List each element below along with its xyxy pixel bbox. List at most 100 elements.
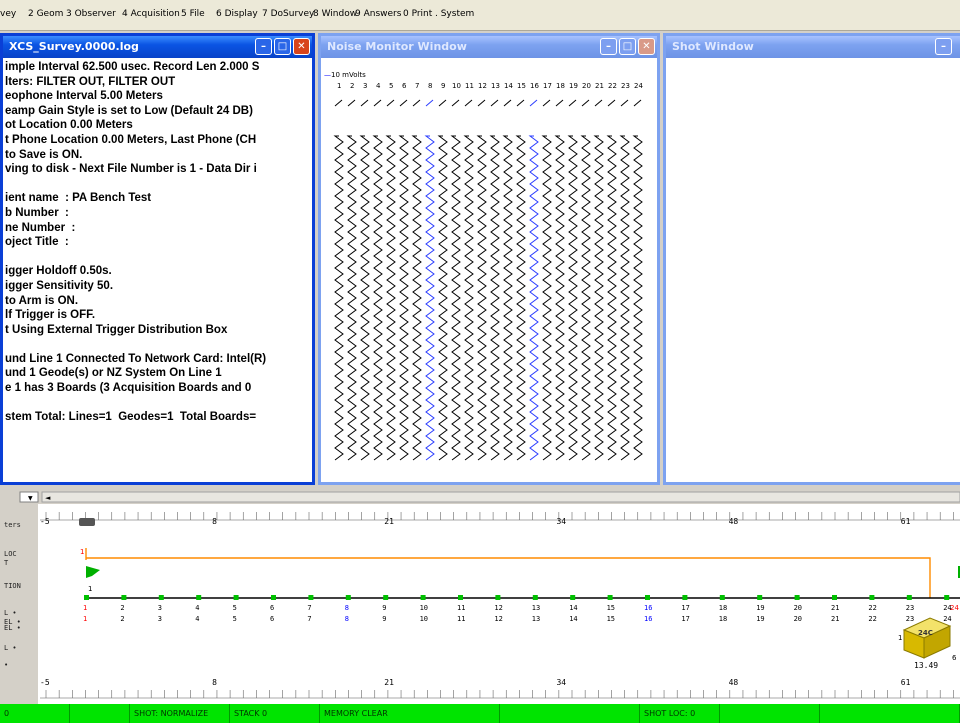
ruler-label: 48	[729, 517, 739, 526]
geophone	[233, 595, 239, 600]
station-number: 19	[756, 604, 764, 612]
row-label: LOC	[4, 550, 17, 558]
station-number: 21	[831, 604, 839, 612]
close-button[interactable]: ✕	[293, 38, 310, 55]
svg-text:24: 24	[950, 604, 959, 612]
geode-location: 13.49	[914, 661, 938, 670]
log-window-titlebar[interactable]: XCS_Survey.0000.log – □ ✕	[3, 36, 312, 58]
geophone	[345, 595, 351, 600]
close-button[interactable]: ✕	[638, 38, 655, 55]
channel-marker	[555, 99, 564, 107]
noise-trace	[619, 135, 630, 461]
maximize-button[interactable]: □	[274, 38, 291, 55]
noise-trace	[463, 135, 474, 461]
svg-text:◄: ◄	[45, 494, 51, 502]
station-number: 5	[233, 604, 237, 612]
log-line: e 1 has 3 Boards (3 Acquisition Boards a…	[5, 382, 252, 395]
geophone	[458, 595, 463, 600]
menu-item-3[interactable]: 4 Acquisition	[122, 9, 180, 19]
log-line: und 1 Geode(s) or NZ System On Line 1	[5, 367, 222, 380]
menu-item-9[interactable]: 0 Print	[403, 9, 432, 19]
geophone	[645, 595, 650, 600]
channel-number: 21	[595, 82, 604, 90]
menu-item-8[interactable]: 9 Answers	[355, 9, 401, 19]
channel-marker	[464, 99, 473, 107]
survey-panel[interactable]: ▼ ◄ ters LOC T TION L • EL • EL • L • • -5 8 21 34 48 61…	[0, 490, 960, 704]
survey-graphic: ▼ ◄tersLOCTTIONL •EL •EL •L ••-5 8 21 34 48 61…	[0, 490, 960, 704]
noise-window-titlebar[interactable]: Noise Monitor Window – □ ✕	[321, 36, 657, 58]
channel-number: 5	[389, 82, 393, 90]
shot-window[interactable]: Shot Window –	[663, 33, 960, 485]
shot-window-titlebar[interactable]: Shot Window –	[666, 36, 960, 58]
station-number: 2	[120, 604, 124, 612]
minimize-button[interactable]: –	[935, 38, 952, 55]
noise-trace	[372, 135, 383, 461]
log-window[interactable]: XCS_Survey.0000.log – □ ✕ imple Interval…	[0, 33, 315, 485]
menu-item-10[interactable]: . System	[435, 9, 474, 19]
channel-number: 14	[504, 82, 513, 90]
noise-trace	[632, 135, 643, 461]
log-line: ving to disk - Next File Number is 1 - D…	[5, 163, 257, 176]
geophone	[869, 595, 875, 600]
station-number: 12	[494, 604, 502, 612]
ruler-label: 21	[384, 678, 394, 687]
noise-monitor-window[interactable]: Noise Monitor Window – □ ✕ —10 mVolts 1 2 3…	[318, 33, 660, 485]
channel-marker	[568, 99, 577, 107]
geophone	[383, 595, 389, 600]
log-line: lters: FILTER OUT, FILTER OUT	[5, 75, 176, 88]
minimize-button[interactable]: –	[255, 38, 272, 55]
geophone	[308, 595, 314, 600]
menu-item-6[interactable]: 7 DoSurvey	[262, 9, 314, 19]
channel-marker	[438, 99, 447, 107]
station-number: 2	[120, 615, 124, 623]
channel-marker	[399, 99, 408, 107]
noise-trace	[385, 135, 396, 461]
row-label: L •	[4, 609, 17, 617]
channel-marker	[451, 99, 460, 107]
log-line: und Line 1 Connected To Network Card: In…	[5, 352, 267, 365]
noise-trace	[528, 135, 539, 461]
scale-label: 10 mVolts	[331, 71, 366, 79]
station-number: 12	[494, 615, 502, 623]
log-line: t Phone Location 0.00 Meters, Last Phone…	[5, 133, 257, 146]
geode-line-mark: 1	[898, 634, 902, 642]
geophone	[532, 595, 538, 600]
menu-item-5[interactable]: 6 Display	[216, 9, 258, 19]
channel-marker	[542, 99, 551, 107]
noise-trace	[411, 135, 422, 461]
menu-item-1[interactable]: 2 Geom	[28, 9, 63, 19]
horizontal-scrollbar	[41, 491, 960, 503]
station-number: 11	[457, 615, 465, 623]
status-cell: SHOT: NORMALIZE	[130, 704, 230, 723]
noise-traces: —10 mVolts1 2 3 4 5 6 7 8 9 10 11 12 13 14 15 16 17 18 19 2…	[324, 71, 643, 461]
log-line: oject Title :	[5, 236, 69, 249]
menu-item-7[interactable]: 8 Window	[313, 9, 357, 19]
geophone	[495, 595, 501, 600]
ruler-label: 61	[901, 678, 911, 687]
maximize-button[interactable]: □	[619, 38, 636, 55]
station-number: 24	[943, 615, 951, 623]
menu-item-0[interactable]: vey	[0, 9, 16, 19]
station-number: 9	[382, 604, 386, 612]
status-cell	[820, 704, 960, 723]
ruler-label: 21	[384, 517, 394, 526]
station-number: 18	[719, 604, 727, 612]
station-number: 3	[158, 604, 162, 612]
menu-item-4[interactable]: 5 File	[181, 9, 205, 19]
log-line: t Using External Trigger Distribution Bo…	[5, 323, 228, 336]
channel-number: 15	[517, 82, 526, 90]
channel-marker	[347, 99, 356, 107]
minimize-button[interactable]: –	[600, 38, 617, 55]
channel-marker	[620, 99, 629, 107]
flag-label: 1	[88, 585, 92, 593]
log-line: igger Sensitivity 50.	[5, 279, 114, 292]
station-number: 23	[906, 615, 914, 623]
menu-item-2[interactable]: 3 Observer	[66, 9, 116, 19]
station-number: 11	[457, 604, 465, 612]
log-window-title: XCS_Survey.0000.log	[9, 40, 139, 53]
channel-marker	[477, 99, 486, 107]
ruler-label: 34	[556, 678, 566, 687]
